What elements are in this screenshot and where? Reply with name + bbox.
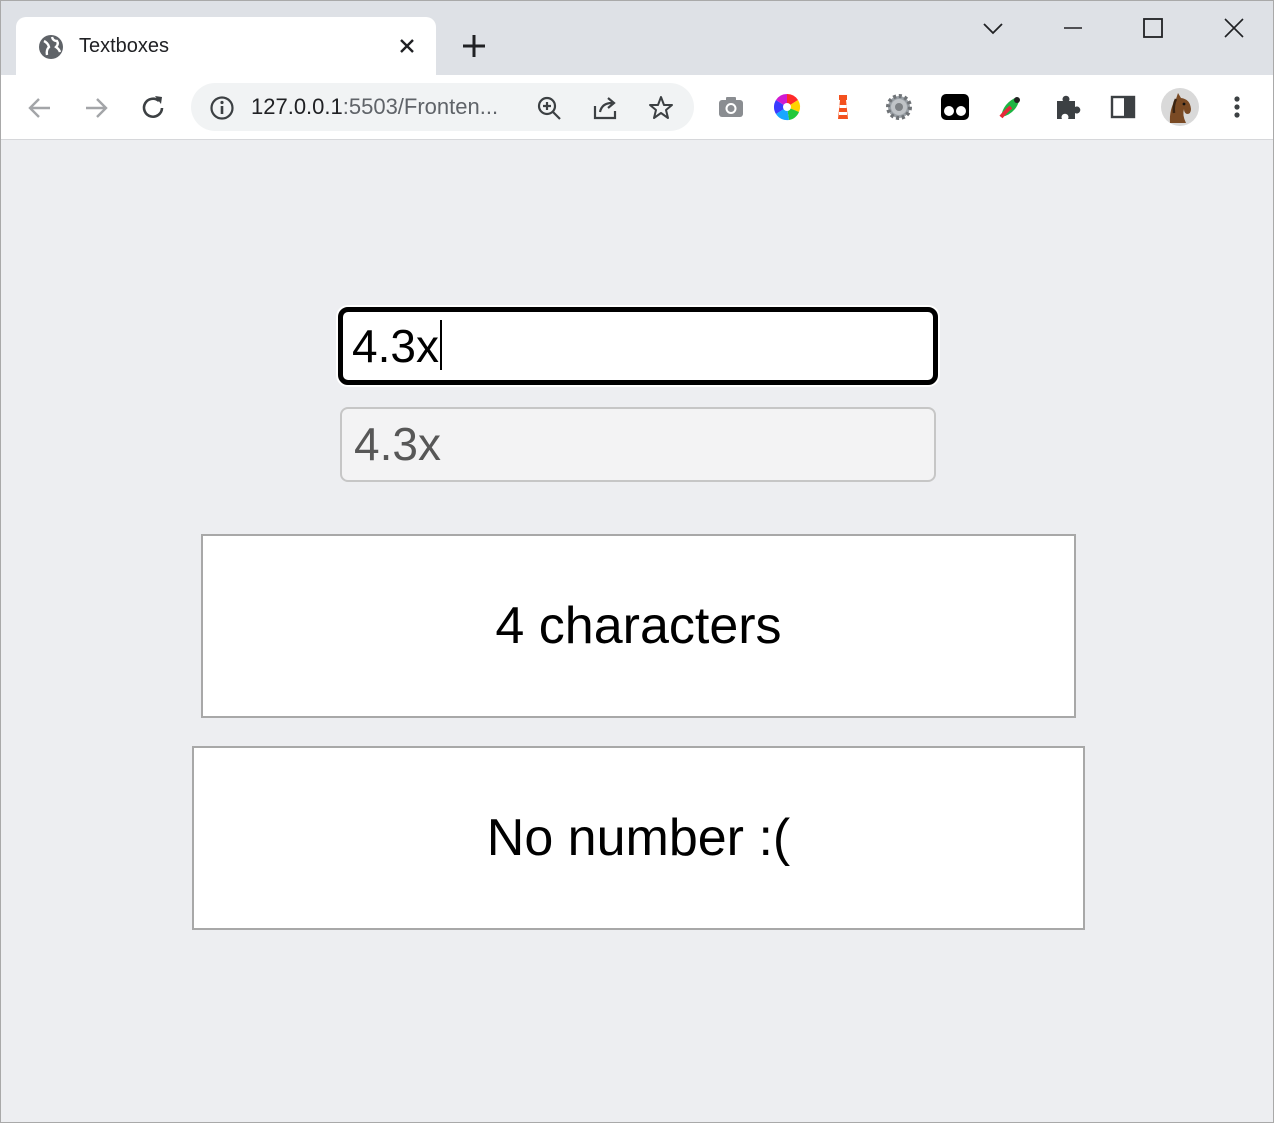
side-panel-icon[interactable]: [1107, 91, 1139, 123]
close-tab-icon[interactable]: [396, 35, 418, 57]
url-host: 127.0.0.1: [251, 94, 343, 119]
close-window-icon[interactable]: [1219, 13, 1249, 43]
lighthouse-icon[interactable]: [827, 91, 859, 123]
share-icon[interactable]: [591, 94, 619, 122]
puzzle-icon[interactable]: [1051, 91, 1083, 123]
character-count-panel: 4 characters: [201, 534, 1076, 718]
gear-icon[interactable]: [883, 91, 915, 123]
colorpicker-icon[interactable]: [995, 91, 1027, 123]
new-tab-icon[interactable]: [460, 32, 488, 60]
browser-toolbar: 127.0.0.1:5503/Fronten...: [1, 75, 1273, 140]
zoom-icon[interactable]: [535, 94, 563, 122]
color-wheel-icon[interactable]: [771, 91, 803, 123]
reload-icon[interactable]: [138, 93, 168, 123]
tab-title: Textboxes: [79, 35, 170, 57]
text-input-value: 4.3x: [352, 320, 439, 372]
camera-icon[interactable]: [715, 91, 747, 123]
mirror-textbox[interactable]: 4.3x: [340, 407, 936, 482]
site-info-icon[interactable]: [209, 95, 235, 121]
profile-avatar[interactable]: [1160, 87, 1200, 127]
url-path: :5503/Fronten...: [342, 94, 499, 119]
minimize-icon[interactable]: [1058, 13, 1088, 43]
back-arrow-icon[interactable]: [25, 93, 55, 123]
character-count-text: 4 characters: [495, 597, 782, 655]
globe-icon: [39, 35, 63, 59]
forward-arrow-icon[interactable]: [81, 93, 111, 123]
text-caret: [439, 320, 442, 370]
bookmark-star-icon[interactable]: [647, 94, 675, 122]
maximize-icon[interactable]: [1138, 13, 1168, 43]
tab-textboxes[interactable]: Textboxes: [16, 17, 436, 75]
kebab-menu-icon[interactable]: [1221, 91, 1253, 123]
number-status-text: No number :(: [486, 809, 791, 867]
tampermonkey-icon[interactable]: [939, 91, 971, 123]
text-input[interactable]: 4.3x: [338, 307, 938, 385]
mirror-textbox-value: 4.3x: [354, 418, 441, 470]
address-bar[interactable]: 127.0.0.1:5503/Fronten...: [191, 83, 694, 131]
tab-strip: Textboxes: [1, 1, 1273, 75]
number-status-panel: No number :(: [192, 746, 1085, 930]
browser-window: Textboxes 127.0.0.1:5503/Fronten... 4.3x…: [0, 0, 1274, 1123]
url-text[interactable]: 127.0.0.1:5503/Fronten...: [251, 94, 498, 120]
tab-search-chevron-icon[interactable]: [978, 13, 1008, 43]
